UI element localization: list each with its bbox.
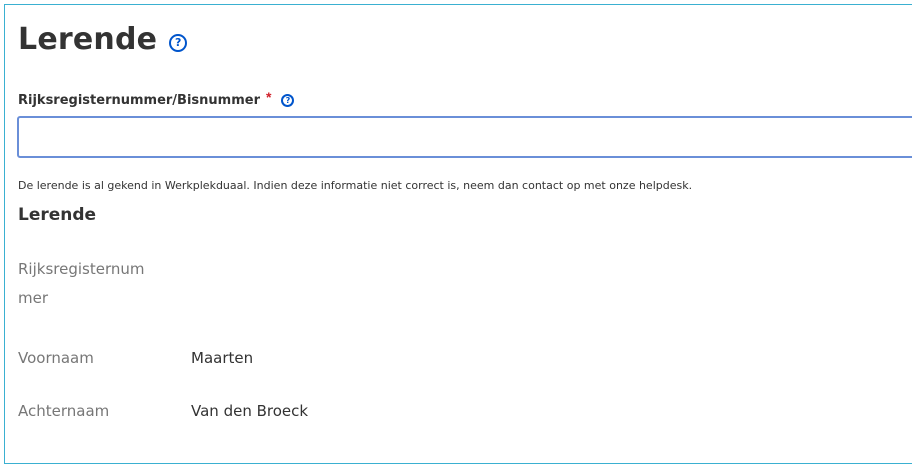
detail-value-achternaam: Van den Broeck (191, 402, 309, 420)
page-title: Lerende (18, 22, 158, 57)
detail-label-voornaam: Voornaam (18, 349, 94, 367)
section-header: Lerende ? (18, 22, 188, 57)
lerende-panel (4, 4, 912, 464)
rijksregisternummer-input[interactable] (17, 116, 912, 158)
detail-value-voornaam: Maarten (191, 349, 254, 367)
detail-label-rijksregisternummer: Rijksregisternum mer (18, 255, 178, 313)
detail-label-line: mer (18, 289, 49, 307)
help-circle-icon[interactable]: ? (169, 33, 188, 52)
info-message: De lerende is al gekend in Werkplekduaal… (18, 179, 693, 192)
required-marker: * (266, 89, 272, 105)
details-title: Lerende (18, 205, 97, 225)
detail-label-line: Rijksregisternum (18, 260, 145, 278)
help-circle-icon[interactable]: ? (281, 93, 295, 107)
field-label-row: Rijksregisternummer/Bisnummer * ? (18, 89, 295, 108)
rijksregisternummer-label: Rijksregisternummer/Bisnummer (18, 92, 260, 108)
detail-label-achternaam: Achternaam (18, 402, 110, 420)
